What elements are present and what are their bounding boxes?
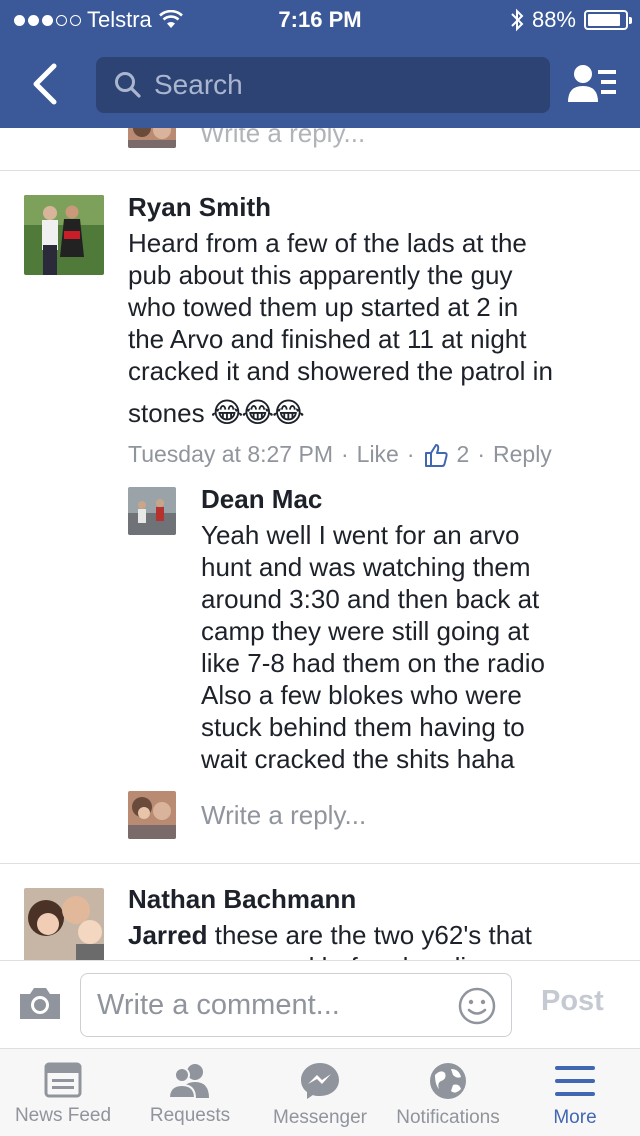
back-chevron-icon[interactable]: [26, 62, 66, 106]
tab-requests[interactable]: Requests: [126, 1049, 254, 1136]
tab-label: Notifications: [396, 1107, 500, 1128]
comment-line: stones: [128, 398, 205, 428]
battery-percent: 88%: [531, 7, 576, 32]
reply-line: hunt and was watching them: [201, 552, 531, 582]
post-button[interactable]: Post: [541, 985, 604, 1018]
globe-icon: [430, 1063, 466, 1099]
write-reply-link[interactable]: Write a reply...: [201, 800, 366, 831]
comment-input[interactable]: Write a comment...: [80, 973, 512, 1037]
friend-requests-icon: [167, 1064, 209, 1099]
comment-line: we saw camped before heading up: [128, 951, 628, 960]
messenger-icon: [301, 1063, 339, 1099]
divider: [0, 863, 640, 864]
comment: Ryan Smith Heard from a few of the lads …: [128, 192, 628, 468]
status-bar: Telstra 7:16 PM 88%: [0, 0, 640, 40]
reply-line: Yeah well I went for an arvo: [201, 520, 520, 550]
dean-mac-avatar[interactable]: [128, 487, 176, 535]
comments-thread[interactable]: Write a reply... Ryan Smith Heard from a…: [0, 128, 640, 960]
comment-line: pub about this apparently the guy: [128, 260, 513, 290]
laughing-emoji-icon: 😂😂😂: [210, 397, 305, 428]
comment-body: Jarred these are the two y62's that we s…: [128, 919, 628, 960]
bluetooth-icon: [511, 8, 524, 32]
reply-line: Also a few blokes who were: [201, 680, 522, 710]
news-feed-icon: [44, 1062, 82, 1098]
camera-icon[interactable]: [18, 985, 62, 1021]
reply-line: camp they were still going at: [201, 616, 530, 646]
divider: [0, 170, 640, 171]
emoji-smiley-icon[interactable]: [457, 986, 497, 1026]
tab-notifications[interactable]: Notifications: [386, 1049, 510, 1136]
comment-placeholder: Write a comment...: [97, 988, 340, 1021]
tab-news-feed[interactable]: News Feed: [0, 1049, 126, 1136]
user-avatar: [128, 791, 176, 839]
ryan-smith-avatar[interactable]: [24, 195, 104, 275]
comment: Nathan Bachmann Jarred these are the two…: [128, 884, 628, 960]
mention-tag[interactable]: Jarred: [128, 920, 208, 950]
tab-more[interactable]: More: [510, 1049, 640, 1136]
comment-timestamp: Tuesday at 8:27 PM: [128, 441, 333, 467]
comment-composer: Write a comment... Post: [0, 960, 640, 1048]
comment-line: the Arvo and finished at 11 at night: [128, 324, 527, 354]
comment-author[interactable]: Ryan Smith: [128, 192, 628, 223]
comment-author[interactable]: Nathan Bachmann: [128, 884, 628, 915]
like-link[interactable]: Like: [357, 441, 399, 468]
comment-line: Jarred these are the two y62's that: [128, 920, 532, 950]
user-avatar: [128, 128, 176, 148]
write-reply-row[interactable]: Write a reply...: [128, 128, 365, 149]
comment-body: Heard from a few of the lads at the pub …: [128, 227, 628, 429]
comment-meta: Tuesday at 8:27 PM · Like · 2 · Reply: [128, 441, 552, 468]
tab-label: More: [553, 1107, 597, 1128]
search-icon: [115, 72, 141, 98]
tab-bar: News Feed Requests Messenger Notificatio…: [0, 1048, 640, 1136]
reply-line: like 7-8 had them on the radio: [201, 648, 545, 678]
status-right: 88%: [510, 7, 632, 33]
tab-messenger[interactable]: Messenger: [254, 1049, 386, 1136]
search-placeholder: Search: [154, 69, 243, 100]
tab-label: News Feed: [14, 1105, 112, 1126]
reply-line: around 3:30 and then back at: [201, 584, 540, 614]
thumbs-up-icon: [424, 443, 448, 467]
comment-line: who towed them up started at 2 in: [128, 292, 519, 322]
top-bar: Telstra 7:16 PM 88% Search: [0, 0, 640, 128]
reply-comment: Dean Mac Yeah well I went for an arvo hu…: [201, 484, 631, 775]
reply-line: stuck behind them having to: [201, 712, 525, 742]
search-input[interactable]: Search: [96, 57, 550, 113]
nathan-bachmann-avatar[interactable]: [24, 888, 104, 960]
reply-link[interactable]: Reply: [493, 441, 552, 468]
menu-icon: [555, 1066, 595, 1096]
tab-label: Requests: [149, 1105, 231, 1126]
reply-line: wait cracked the shits haha: [201, 744, 515, 774]
write-reply-link[interactable]: Write a reply...: [200, 128, 365, 149]
like-count: 2: [456, 441, 470, 467]
comment-line: cracked it and showered the patrol in: [128, 356, 553, 386]
reply-body: Yeah well I went for an arvo hunt and wa…: [201, 519, 631, 775]
battery-icon: [584, 10, 632, 30]
reply-author[interactable]: Dean Mac: [201, 484, 631, 515]
friends-list-icon[interactable]: [568, 62, 618, 106]
tab-label: Messenger: [273, 1107, 367, 1128]
comment-line: Heard from a few of the lads at the: [128, 228, 527, 258]
